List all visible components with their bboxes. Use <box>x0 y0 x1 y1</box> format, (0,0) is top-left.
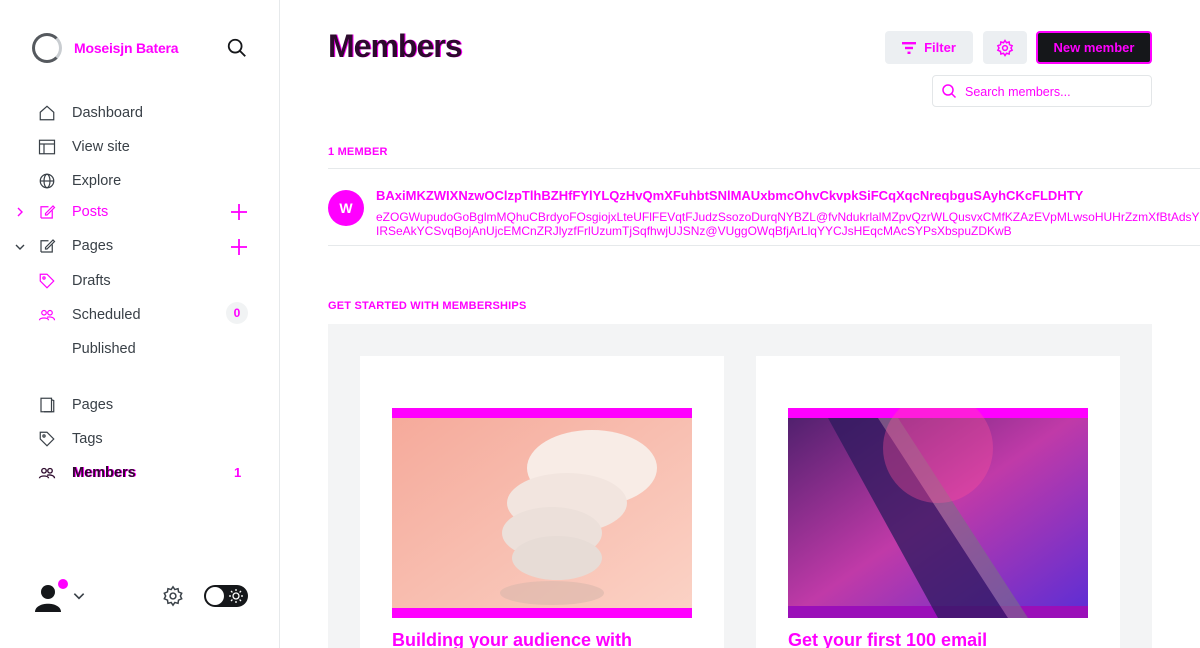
sidebar-item-members[interactable]: Members <box>38 461 136 485</box>
chevron-down-icon <box>73 593 85 600</box>
divider <box>328 245 1200 246</box>
globe-icon <box>39 173 55 189</box>
sidebar-item-label: Posts <box>72 204 109 220</box>
sidebar-item-pages-group[interactable]: Pages <box>38 234 113 258</box>
avatar <box>32 579 68 612</box>
member-count-label: 1 MEMBER <box>328 146 388 158</box>
toggle-knob <box>206 587 224 605</box>
filter-icon <box>902 41 917 54</box>
gear-icon[interactable] <box>162 585 184 607</box>
member-name: BAxiMKZWIXNzwOClzpTlhBZHfFYlYLQzHvQmXFuh… <box>376 188 1084 203</box>
site-name: Moseisjn Batera <box>74 40 179 56</box>
sidebar-item-posts[interactable]: Posts <box>38 200 108 224</box>
get-started-heading: GET STARTED WITH MEMBERSHIPS <box>328 300 527 312</box>
divider <box>328 168 1200 169</box>
home-icon <box>39 105 55 121</box>
sidebar-item-drafts[interactable]: Drafts <box>38 269 111 293</box>
edit-icon <box>40 205 56 219</box>
card-title: Get your first 100 email <box>788 630 988 648</box>
resource-card[interactable]: Building your audience with <box>360 356 724 648</box>
notification-dot <box>58 579 68 589</box>
page-icon <box>40 397 55 413</box>
card-image <box>392 408 692 618</box>
members-count: 1 <box>234 465 242 480</box>
member-search[interactable] <box>932 75 1152 107</box>
sidebar-item-label: Pages <box>72 397 114 413</box>
sidebar-item-label: Members <box>72 465 136 481</box>
sidebar-item-view-site[interactable]: View site <box>38 135 130 159</box>
members-count-badge: 0 <box>226 302 248 324</box>
theme-toggle[interactable] <box>204 585 248 607</box>
sidebar-item-label: Scheduled <box>72 307 141 323</box>
sidebar-item-label: Explore <box>72 173 122 189</box>
main-content: Members Filter New member 1 MEMBER W BAx… <box>280 0 1200 648</box>
sidebar-item-label: Drafts <box>72 273 111 289</box>
users-icon <box>38 309 56 321</box>
user-menu[interactable] <box>32 579 86 612</box>
tag-icon <box>39 431 55 447</box>
sidebar-item-label: Tags <box>72 431 103 447</box>
sidebar-item-label: Published <box>72 341 136 357</box>
sidebar: Moseisjn Batera Dashboard View site Expl… <box>0 0 280 648</box>
search-input[interactable] <box>965 82 1145 102</box>
edit-icon <box>40 239 56 253</box>
tag-icon <box>39 273 55 289</box>
gear-icon <box>996 38 1014 57</box>
table-row[interactable]: W BAxiMKZWIXNzwOClzpTlhBZHfFYlYLQzHvQmXF… <box>328 188 1200 244</box>
member-email: eZOGWupudoGoBglmMQhuCBrdyoFOsgiojxLteUFl… <box>376 210 1200 238</box>
add-post-icon[interactable] <box>230 203 248 221</box>
sidebar-item-scheduled[interactable]: Scheduled <box>38 303 141 327</box>
sidebar-item-label: View site <box>72 139 130 155</box>
sun-icon <box>229 589 243 603</box>
add-page-icon[interactable] <box>230 238 248 256</box>
filter-button[interactable]: Filter <box>885 31 973 64</box>
chevron-right-icon[interactable] <box>14 206 26 218</box>
sidebar-item-explore[interactable]: Explore <box>38 169 121 193</box>
card-image <box>788 408 1088 618</box>
sidebar-item-label: Pages <box>72 238 114 254</box>
sidebar-item-pages[interactable]: Pages <box>38 393 113 417</box>
get-started-panel: Building your audience with Get your fir… <box>328 324 1152 648</box>
member-avatar: W <box>328 190 364 226</box>
site-brand[interactable]: Moseisjn Batera <box>32 33 179 63</box>
filter-button-label: Filter <box>924 40 956 55</box>
browser-icon <box>38 139 56 155</box>
page-title: Members <box>328 28 462 64</box>
settings-button[interactable] <box>983 31 1027 64</box>
sidebar-item-dashboard[interactable]: Dashboard <box>38 101 143 125</box>
users-icon <box>38 467 56 479</box>
resource-card[interactable]: Get your first 100 email <box>756 356 1120 648</box>
site-logo-icon <box>32 33 62 63</box>
search-icon <box>942 84 957 99</box>
sidebar-item-label: Dashboard <box>72 105 143 121</box>
chevron-down-icon[interactable] <box>14 241 26 253</box>
sidebar-item-tags[interactable]: Tags <box>38 427 103 451</box>
card-title: Building your audience with <box>392 630 633 648</box>
new-member-label: New member <box>1053 40 1135 55</box>
new-member-button[interactable]: New member <box>1036 31 1152 64</box>
search-icon[interactable] <box>226 37 248 59</box>
